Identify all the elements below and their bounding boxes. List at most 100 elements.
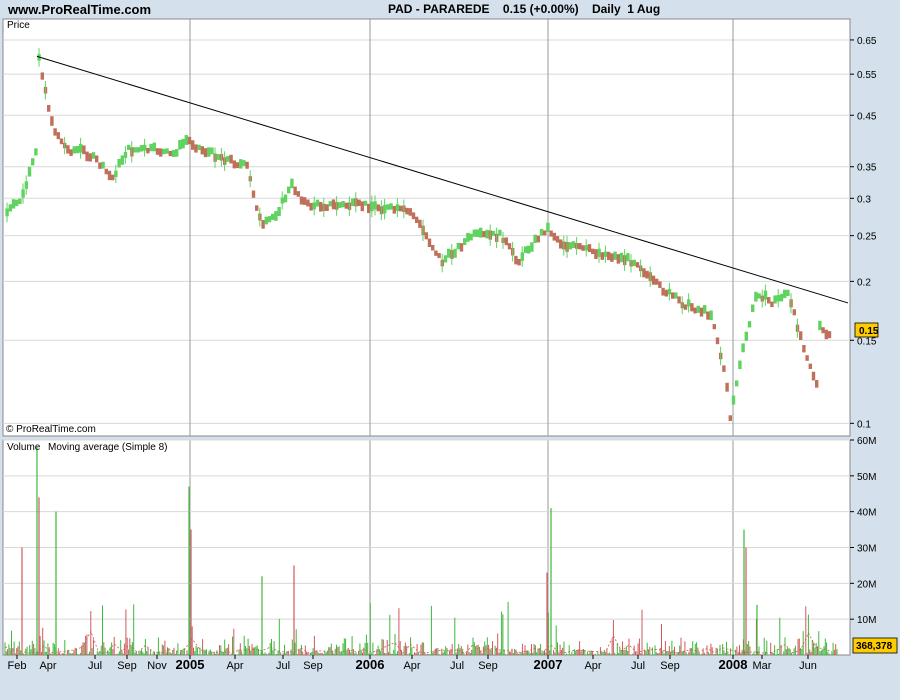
price-bar [315,199,320,207]
price-bar [754,291,758,302]
price-bar [331,199,336,210]
price-bar [815,380,819,388]
price-bar [773,295,777,304]
price-bar [210,147,214,155]
price-bar [591,248,595,255]
price-tick-label: 0.3 [857,194,871,205]
price-bar [463,238,467,246]
price-bar [251,190,256,198]
price-bar [261,220,265,229]
price-bar [443,255,448,263]
price-bar [386,204,390,210]
price-bar [799,331,803,340]
price-bar [82,145,86,155]
price-bar [671,292,675,299]
x-tick-label: Sep [660,660,680,672]
price-bar [498,229,502,236]
price-bar [328,201,332,207]
price-bar [287,186,291,194]
price-bar [27,166,32,177]
price-bar [466,232,470,242]
price-bar [367,203,371,214]
price-bar [431,244,435,251]
price-bar [415,216,419,223]
price-bar [747,321,752,328]
price-bar [85,151,89,162]
price-bar [184,135,188,145]
price-bar [56,132,60,140]
price-bar [88,153,92,162]
price-bar [245,161,249,169]
price-bar [363,200,368,206]
price-bar [274,211,278,221]
price-bar [411,212,416,220]
price-bar [344,202,348,209]
price-bar [504,237,508,246]
price-bar [18,198,22,205]
price-bar [178,140,182,150]
price-bar [319,201,323,212]
last-price-label: 0.15 [859,326,879,337]
price-bar [40,72,44,80]
price-bar [786,289,790,296]
price-bar [424,232,428,240]
price-bar [571,241,576,249]
volume-tick-label: 50M [857,472,876,483]
price-bar [744,331,748,341]
price-bar [152,142,156,152]
chart-canvas: Price © ProRealTime.com 0.10.150.20.250.… [2,18,898,672]
price-bar [360,201,364,212]
price-bar [351,198,355,206]
price-bar [95,155,99,163]
price-bar [34,148,38,156]
x-tick-label: Feb [8,660,27,672]
price-bar [155,148,160,155]
price-bar [456,242,460,250]
price-bar [805,355,809,361]
price-bar [309,202,313,211]
price-bar [392,205,396,214]
price-bar [59,138,64,145]
price-bar [325,204,329,211]
volume-label: Volume [7,442,41,453]
price-bar [559,239,563,249]
price-bar [485,229,489,239]
price-bar [399,205,403,212]
price-bar [290,178,294,189]
price-bar [283,194,288,203]
volume-axis: 10M 20M 30M 40M 50M 60M [850,436,876,626]
price-bar [31,158,35,166]
price-bar [376,204,380,212]
price-bar [690,303,694,312]
price-bar [146,147,150,154]
price-bar [808,363,812,369]
price-bar [549,230,553,237]
price-bar [581,245,585,251]
price-bar [226,155,230,162]
price-bar [757,293,761,299]
x-tick-label: 2007 [534,657,563,672]
price-bar [434,250,438,256]
price-bar [779,293,784,302]
price-bar [11,199,16,209]
price-bar [53,128,57,136]
price-bar [517,258,521,266]
x-tick-label: 2008 [719,657,748,672]
price-bar [72,146,76,154]
price-bar [610,253,614,262]
price-bar [293,186,297,196]
price-bar [735,380,739,387]
price-bar [674,292,678,299]
price-bar [645,270,649,279]
x-tick-label: Apr [39,660,56,672]
price-bar [171,150,176,157]
price-bar [658,281,662,288]
price-bar [767,297,771,304]
price-bar [104,168,108,175]
price-bar [75,146,80,154]
price-bar [149,143,153,152]
price-panel-label: Price [7,20,30,31]
price-bar [427,238,432,248]
price-bar [405,207,409,215]
price-bar [536,235,540,243]
